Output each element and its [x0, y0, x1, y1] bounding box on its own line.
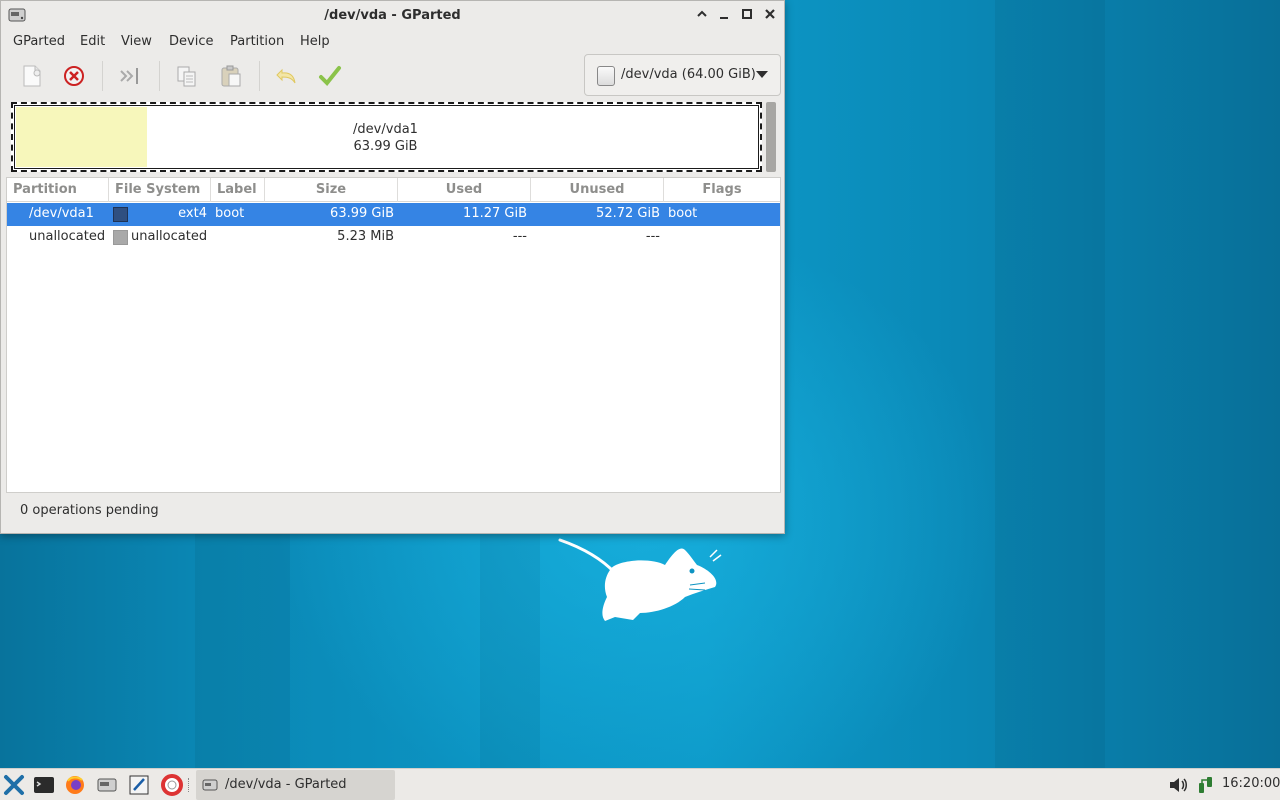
column-header-partition[interactable]: Partition — [7, 178, 109, 202]
cell-flags: boot — [668, 206, 698, 221]
toolbar-separator — [259, 61, 260, 91]
disk-map-partition-name: /dev/vda1 — [353, 122, 418, 137]
menu-bar: GParted Edit View Device Partition Help — [1, 31, 784, 53]
maximize-button[interactable] — [738, 7, 756, 25]
used-space-bar — [16, 107, 147, 167]
cell-size: 63.99 GiB — [330, 206, 394, 221]
copy-icon[interactable] — [174, 63, 200, 89]
help-icon[interactable] — [161, 774, 183, 796]
column-header-unused[interactable]: Unused — [531, 178, 664, 202]
firefox-icon[interactable] — [64, 774, 86, 796]
menu-gparted[interactable]: GParted — [13, 34, 65, 49]
cell-size: 5.23 MiB — [337, 229, 394, 244]
status-bar: 0 operations pending — [20, 503, 159, 518]
apply-icon[interactable] — [317, 63, 343, 89]
gparted-window: /dev/vda - GParted GParted Edit View Dev… — [0, 0, 785, 534]
close-button[interactable] — [761, 7, 779, 25]
cell-partition: /dev/vda1 — [29, 206, 94, 221]
undo-icon[interactable] — [274, 63, 300, 89]
minimize-button[interactable] — [693, 7, 711, 25]
cell-unused: 52.72 GiB — [596, 206, 660, 221]
xfce-menu-icon[interactable] — [3, 774, 25, 796]
device-selector-value: /dev/vda (64.00 GiB) — [621, 67, 756, 82]
disk-partition-map[interactable]: /dev/vda1 63.99 GiB — [11, 102, 762, 172]
terminal-icon[interactable] — [33, 774, 55, 796]
window-title: /dev/vda - GParted — [324, 8, 461, 23]
taskbar-separator — [188, 778, 192, 792]
new-partition-icon[interactable] — [19, 63, 45, 89]
minimize-icon — [720, 17, 728, 19]
cell-filesystem: unallocated — [131, 229, 208, 244]
resize-move-icon[interactable] — [117, 63, 143, 89]
column-header-flags[interactable]: Flags — [664, 178, 780, 202]
clock[interactable]: 16:20:00 — [1222, 776, 1280, 791]
menu-help[interactable]: Help — [300, 34, 330, 49]
cell-used: --- — [512, 229, 527, 244]
disk-map-scrollbar[interactable] — [766, 102, 776, 172]
column-header-size[interactable]: Size — [265, 178, 398, 202]
toolbar-separator — [159, 61, 160, 91]
taskbar-task-gparted[interactable]: /dev/vda - GParted — [196, 770, 395, 800]
text-editor-icon[interactable] — [128, 774, 150, 796]
disk-icon — [597, 66, 615, 86]
xfce-mouse-logo — [558, 538, 722, 621]
gparted-icon — [202, 779, 218, 791]
delete-partition-icon[interactable] — [61, 63, 87, 89]
toolbar-separator — [102, 61, 103, 91]
cell-filesystem: ext4 — [178, 206, 207, 221]
cell-unused: --- — [645, 229, 660, 244]
cell-label: boot — [215, 206, 245, 221]
table-row[interactable]: /dev/vda1 ext4 boot 63.99 GiB 11.27 GiB … — [7, 203, 780, 226]
volume-icon[interactable] — [1167, 774, 1189, 796]
gparted-icon[interactable] — [96, 774, 118, 796]
task-label: /dev/vda - GParted — [225, 777, 347, 792]
filesystem-color-swatch — [113, 230, 128, 245]
column-header-used[interactable]: Used — [398, 178, 531, 202]
taskbar: /dev/vda - GParted 16:20:00 — [0, 768, 1280, 800]
cell-used: 11.27 GiB — [463, 206, 527, 221]
menu-edit[interactable]: Edit — [80, 34, 105, 49]
menu-device[interactable]: Device — [169, 34, 213, 49]
column-header-filesystem[interactable]: File System — [109, 178, 211, 202]
device-selector[interactable]: /dev/vda (64.00 GiB) — [584, 54, 781, 96]
title-bar[interactable]: /dev/vda - GParted — [1, 1, 784, 31]
menu-view[interactable]: View — [121, 34, 152, 49]
paste-icon[interactable] — [218, 63, 244, 89]
chevron-up-icon — [697, 10, 707, 17]
partition-table: Partition File System Label Size Used Un… — [6, 177, 781, 493]
menu-partition[interactable]: Partition — [230, 34, 284, 49]
table-header: Partition File System Label Size Used Un… — [7, 178, 780, 202]
disk-map-partition-size: 63.99 GiB — [353, 139, 418, 154]
table-row[interactable]: unallocated unallocated 5.23 MiB --- --- — [7, 226, 780, 249]
network-icon[interactable] — [1196, 774, 1218, 796]
iconify-button[interactable] — [715, 7, 733, 25]
maximize-icon — [742, 9, 752, 19]
filesystem-color-swatch — [113, 207, 128, 222]
chevron-down-icon — [756, 71, 768, 78]
close-icon — [765, 9, 775, 19]
column-header-label[interactable]: Label — [211, 178, 265, 202]
cell-partition: unallocated — [29, 229, 106, 244]
